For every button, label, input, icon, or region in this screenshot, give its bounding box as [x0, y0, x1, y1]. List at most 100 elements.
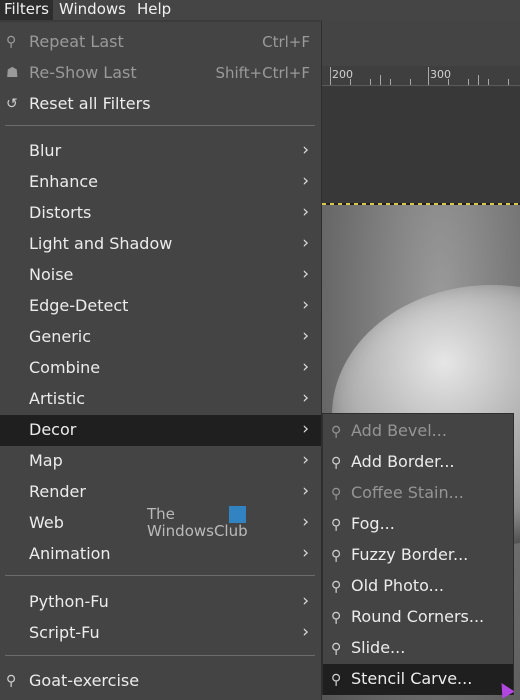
- plugin-icon: ⚲: [331, 641, 342, 657]
- plugin-icon: ⚲: [331, 548, 342, 564]
- menu-item-label: Animation: [29, 544, 111, 563]
- submenu-item-add-border[interactable]: ⚲ Add Border...: [323, 447, 513, 478]
- menu-item-python-fu[interactable]: Python-Fu ›: [0, 587, 321, 618]
- menu-item-label: Decor: [29, 420, 77, 439]
- separator: [5, 125, 315, 126]
- submenu-item-fuzzy-border[interactable]: ⚲ Fuzzy Border...: [323, 540, 513, 571]
- chevron-right-icon: ›: [302, 295, 309, 315]
- menu-item-animation[interactable]: Animation ›: [0, 539, 321, 570]
- menu-item-label: Distorts: [29, 203, 92, 222]
- chevron-right-icon: ›: [302, 233, 309, 253]
- filters-menu: ⚲ Repeat Last Ctrl+F ☗ Re-Show Last Shif…: [0, 22, 322, 700]
- plugin-icon: ⚲: [331, 424, 342, 440]
- separator: [5, 575, 315, 576]
- chevron-right-icon: ›: [302, 388, 309, 408]
- chevron-right-icon: ›: [302, 512, 309, 532]
- submenu-item-label: Fuzzy Border...: [351, 545, 469, 564]
- menu-item-script-fu[interactable]: Script-Fu ›: [0, 618, 321, 649]
- repeat-icon: ⚲: [6, 34, 17, 50]
- submenu-item-label: Add Bevel...: [351, 421, 447, 440]
- reset-all-label: Reset all Filters: [29, 94, 151, 113]
- watermark-logo-icon: [229, 506, 246, 523]
- menu-help[interactable]: Help: [133, 0, 175, 20]
- menu-item-label: Generic: [29, 327, 92, 346]
- menu-item-map[interactable]: Map ›: [0, 446, 321, 477]
- submenu-item-label: Round Corners...: [351, 607, 485, 626]
- menu-item-repeat-last[interactable]: ⚲ Repeat Last Ctrl+F: [0, 27, 321, 58]
- submenu-item-stencil-carve[interactable]: ⚲ Stencil Carve...: [323, 664, 513, 695]
- menu-filters[interactable]: Filters: [0, 0, 53, 20]
- menu-item-artistic[interactable]: Artistic ›: [0, 384, 321, 415]
- submenu-item-label: Fog...: [351, 514, 395, 533]
- menu-item-decor[interactable]: Decor ›: [0, 415, 321, 446]
- menu-item-generic[interactable]: Generic ›: [0, 322, 321, 353]
- submenu-item-add-bevel[interactable]: ⚲ Add Bevel...: [323, 416, 513, 447]
- plugin-icon: ⚲: [331, 579, 342, 595]
- reshow-last-label: Re-Show Last: [29, 63, 137, 82]
- menu-item-blur[interactable]: Blur ›: [0, 136, 321, 167]
- menu-item-combine[interactable]: Combine ›: [0, 353, 321, 384]
- menu-item-noise[interactable]: Noise ›: [0, 260, 321, 291]
- chevron-right-icon: ›: [302, 419, 309, 439]
- submenu-item-slide[interactable]: ⚲ Slide...: [323, 633, 513, 664]
- horizontal-ruler: 200 300: [322, 66, 520, 86]
- menu-item-label: Artistic: [29, 389, 86, 408]
- submenu-item-coffee-stain[interactable]: ⚲ Coffee Stain...: [323, 478, 513, 509]
- plugin-icon: ⚲: [331, 486, 342, 502]
- chevron-right-icon: ›: [302, 326, 309, 346]
- menu-item-enhance[interactable]: Enhance ›: [0, 167, 321, 198]
- submenu-item-label: Stencil Carve...: [351, 669, 473, 688]
- menu-item-distorts[interactable]: Distorts ›: [0, 198, 321, 229]
- menu-item-label: Combine: [29, 358, 101, 377]
- plugin-icon: ⚲: [331, 672, 342, 688]
- watermark-line-2: WindowsClub: [147, 522, 248, 540]
- plugin-icon: ⚲: [6, 673, 17, 689]
- menu-item-label: Light and Shadow: [29, 234, 173, 253]
- plugin-icon: ⚲: [331, 455, 342, 471]
- watermark: The WindowsClub: [147, 506, 248, 540]
- submenu-item-label: Slide...: [351, 638, 406, 657]
- menu-item-goat-exercise[interactable]: ⚲ Goat-exercise: [0, 666, 321, 697]
- menu-item-light-and-shadow[interactable]: Light and Shadow ›: [0, 229, 321, 260]
- menu-item-label: Python-Fu: [29, 592, 109, 611]
- reset-icon: ↺: [6, 96, 18, 112]
- submenu-item-fog[interactable]: ⚲ Fog...: [323, 509, 513, 540]
- menu-item-reshow-last[interactable]: ☗ Re-Show Last Shift+Ctrl+F: [0, 58, 321, 89]
- menu-windows[interactable]: Windows: [55, 0, 130, 20]
- menu-item-render[interactable]: Render ›: [0, 477, 321, 508]
- canvas-background: [322, 87, 520, 204]
- menu-item-label: Script-Fu: [29, 623, 100, 642]
- chevron-right-icon: ›: [302, 543, 309, 563]
- submenu-item-label: Old Photo...: [351, 576, 444, 595]
- reshow-last-shortcut: Shift+Ctrl+F: [215, 64, 310, 82]
- chevron-right-icon: ›: [302, 264, 309, 284]
- menu-item-label: Blur: [29, 141, 62, 160]
- decor-submenu: ⚲ Add Bevel... ⚲ Add Border... ⚲ Coffee …: [322, 413, 514, 695]
- submenu-item-label: Add Border...: [351, 452, 455, 471]
- menu-item-label: Map: [29, 451, 63, 470]
- menu-item-label: Render: [29, 482, 86, 501]
- menu-item-reset-all-filters[interactable]: ↺ Reset all Filters: [0, 89, 321, 120]
- chevron-right-icon: ›: [302, 202, 309, 222]
- tool-options-area: [322, 20, 520, 66]
- chevron-right-icon: ›: [302, 591, 309, 611]
- plugin-icon: ⚲: [331, 517, 342, 533]
- chevron-right-icon: ›: [302, 481, 309, 501]
- submenu-item-old-photo[interactable]: ⚲ Old Photo...: [323, 571, 513, 602]
- menu-item-edge-detect[interactable]: Edge-Detect ›: [0, 291, 321, 322]
- submenu-item-label: Coffee Stain...: [351, 483, 464, 502]
- separator: [5, 655, 315, 656]
- chevron-right-icon: ›: [302, 357, 309, 377]
- reshow-icon: ☗: [6, 65, 19, 81]
- menu-item-label: Web: [29, 513, 64, 532]
- chevron-right-icon: ›: [302, 450, 309, 470]
- repeat-last-shortcut: Ctrl+F: [262, 33, 310, 51]
- menu-item-label: Edge-Detect: [29, 296, 129, 315]
- menu-item-label: Enhance: [29, 172, 98, 191]
- repeat-last-label: Repeat Last: [29, 32, 124, 51]
- menubar: Filters Windows Help: [0, 0, 520, 20]
- chevron-right-icon: ›: [302, 140, 309, 160]
- chevron-right-icon: ›: [302, 622, 309, 642]
- chevron-right-icon: ›: [302, 171, 309, 191]
- submenu-item-round-corners[interactable]: ⚲ Round Corners...: [323, 602, 513, 633]
